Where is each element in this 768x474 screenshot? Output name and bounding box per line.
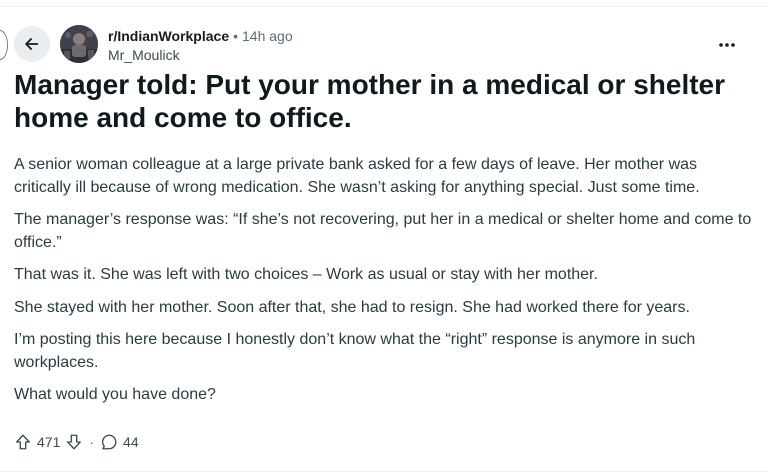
post-paragraph: What would you have done? <box>14 386 216 403</box>
post-paragraph: I’m posting this here because I honestly… <box>14 331 696 371</box>
subreddit-avatar[interactable] <box>60 25 98 63</box>
vote-count: 471 <box>37 434 61 450</box>
back-button[interactable] <box>14 26 50 62</box>
upvote-button[interactable] <box>14 433 32 451</box>
subreddit-name[interactable]: r/IndianWorkplace <box>108 28 229 44</box>
action-separator: · <box>89 434 95 450</box>
author-name[interactable]: Mr_Moulick <box>108 46 180 64</box>
post-meta: r/IndianWorkplace • 14h ago <box>108 27 293 45</box>
partial-left-control <box>0 30 8 60</box>
arrow-left-icon <box>25 38 39 50</box>
downvote-button[interactable] <box>65 433 83 451</box>
post-title[interactable]: Manager told: Put your mother in a medic… <box>14 68 749 134</box>
top-divider <box>0 6 768 7</box>
post-paragraph: That was it. She was left with two choic… <box>14 266 598 283</box>
post-paragraph: She stayed with her mother. Soon after t… <box>14 298 690 316</box>
more-options-button[interactable] <box>712 30 742 60</box>
meta-separator: • <box>233 28 239 44</box>
post-timestamp: 14h ago <box>242 28 293 44</box>
comments-button[interactable]: 44 <box>100 433 144 451</box>
post-body: A senior woman colleague at a large priv… <box>14 154 754 417</box>
arrow-down-icon <box>67 434 82 450</box>
post-paragraph: The manager’s response was: “If she’s no… <box>14 211 752 251</box>
bottom-divider <box>0 471 768 472</box>
post-actions: 471 · 44 <box>14 430 144 454</box>
arrow-up-icon <box>16 434 30 450</box>
comment-count: 44 <box>123 434 139 450</box>
ellipsis-icon <box>719 43 735 47</box>
post-paragraph: A senior woman colleague at a large priv… <box>14 156 700 196</box>
comment-bubble-icon <box>102 434 117 450</box>
